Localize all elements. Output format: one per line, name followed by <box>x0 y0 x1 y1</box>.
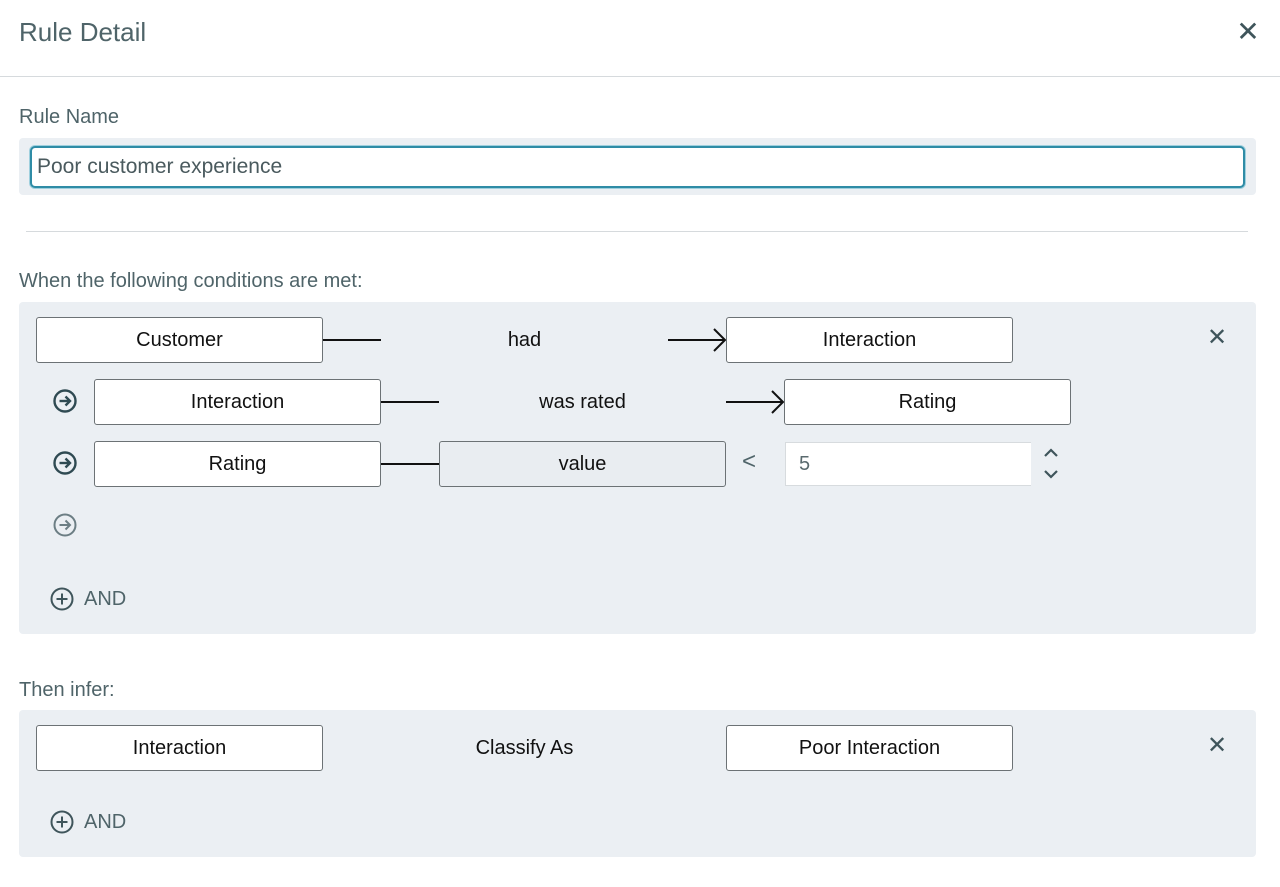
dialog-header: Rule Detail ✕ <box>0 0 1280 77</box>
rule-name-label: Rule Name <box>19 106 120 128</box>
arrow-right-icon <box>668 328 727 352</box>
conditions-label: When the following conditions are met: <box>19 270 363 292</box>
rule-name-input[interactable] <box>30 146 1245 188</box>
connector-line <box>323 339 381 341</box>
condition-subject-box[interactable]: Interaction <box>94 379 381 425</box>
inference-relation-label: Classify As <box>475 736 574 759</box>
arrow-circle-right-icon[interactable] <box>53 451 77 475</box>
inference-panel: Interaction Classify As Poor Interaction… <box>19 710 1256 857</box>
section-divider <box>26 231 1248 232</box>
plus-circle-icon <box>50 810 74 834</box>
dialog-title: Rule Detail <box>19 17 147 47</box>
plus-circle-icon <box>50 587 74 611</box>
add-inference-button[interactable]: AND <box>50 810 126 834</box>
inference-subject-box[interactable]: Interaction <box>36 725 323 771</box>
add-condition-label: AND <box>84 587 127 610</box>
condition-subject-box[interactable]: Customer <box>36 317 323 363</box>
arrow-circle-right-icon[interactable] <box>53 389 77 413</box>
condition-subject-box[interactable]: Rating <box>94 441 381 487</box>
condition-property-box[interactable]: value <box>439 441 726 487</box>
condition-value-input[interactable] <box>785 442 1031 486</box>
remove-inference-icon[interactable]: ✕ <box>1205 733 1229 759</box>
condition-relation-label: had <box>507 328 542 351</box>
inference-label: Then infer: <box>19 679 115 701</box>
connector-line <box>381 401 439 403</box>
condition-object-box[interactable]: Interaction <box>726 317 1013 363</box>
rule-name-container <box>19 138 1256 195</box>
arrow-circle-right-icon[interactable] <box>53 513 77 537</box>
close-icon[interactable]: ✕ <box>1234 17 1262 47</box>
arrow-right-icon <box>726 390 785 414</box>
inference-object-box[interactable]: Poor Interaction <box>726 725 1013 771</box>
add-condition-button[interactable]: AND <box>50 587 126 611</box>
add-inference-label: AND <box>84 810 127 833</box>
conditions-panel: Customer had Interaction ✕ Interaction w… <box>19 302 1256 634</box>
remove-condition-icon[interactable]: ✕ <box>1205 325 1229 351</box>
connector-line <box>381 463 439 465</box>
condition-relation-label: was rated <box>539 390 626 413</box>
operator-label[interactable]: < <box>742 448 756 476</box>
condition-object-box[interactable]: Rating <box>784 379 1071 425</box>
spinner-icon[interactable] <box>1041 444 1061 484</box>
